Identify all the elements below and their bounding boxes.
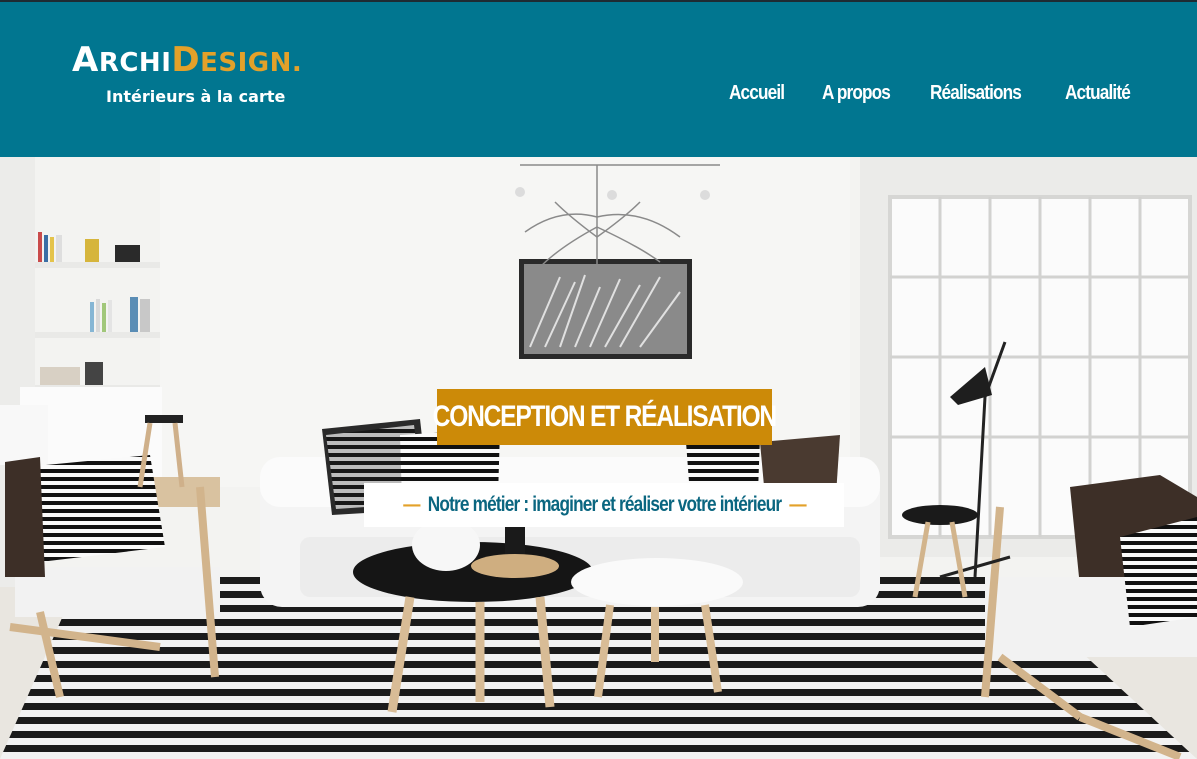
hero-subtitle-line: — Notre métier : imaginer et réaliser vot… [394,493,813,517]
hero-title-box: CONCEPTION ET RÉALISATION [433,389,777,445]
hero-image [0,157,1197,759]
nav-item-accueil[interactable]: Accueil [729,82,785,105]
main-nav: Accueil A propos Réalisations Actualité [729,82,1140,105]
hero-subtitle: Notre métier : imaginer et réaliser votr… [427,493,781,516]
dash-right: — [788,493,806,516]
hero-subtitle-box: — Notre métier : imaginer et réaliser vot… [364,483,844,527]
site-header: ARCHIDESIGN. Intérieurs à la carte Accue… [0,2,1197,157]
hero-title: CONCEPTION ET RÉALISATION [432,400,778,433]
logo-tagline: Intérieurs à la carte [106,87,286,106]
nav-item-actualite[interactable]: Actualité [1065,82,1131,105]
page: ARCHIDESIGN. Intérieurs à la carte Accue… [0,0,1197,759]
nav-item-realisations[interactable]: Réalisations [930,82,1022,105]
dash-left: — [402,493,420,516]
logo-title: ARCHIDESIGN. [72,40,303,80]
hero-banner: CONCEPTION ET RÉALISATION — Notre métier … [0,157,1197,759]
logo[interactable]: ARCHIDESIGN. Intérieurs à la carte [72,40,303,106]
nav-item-a-propos[interactable]: A propos [822,82,891,105]
